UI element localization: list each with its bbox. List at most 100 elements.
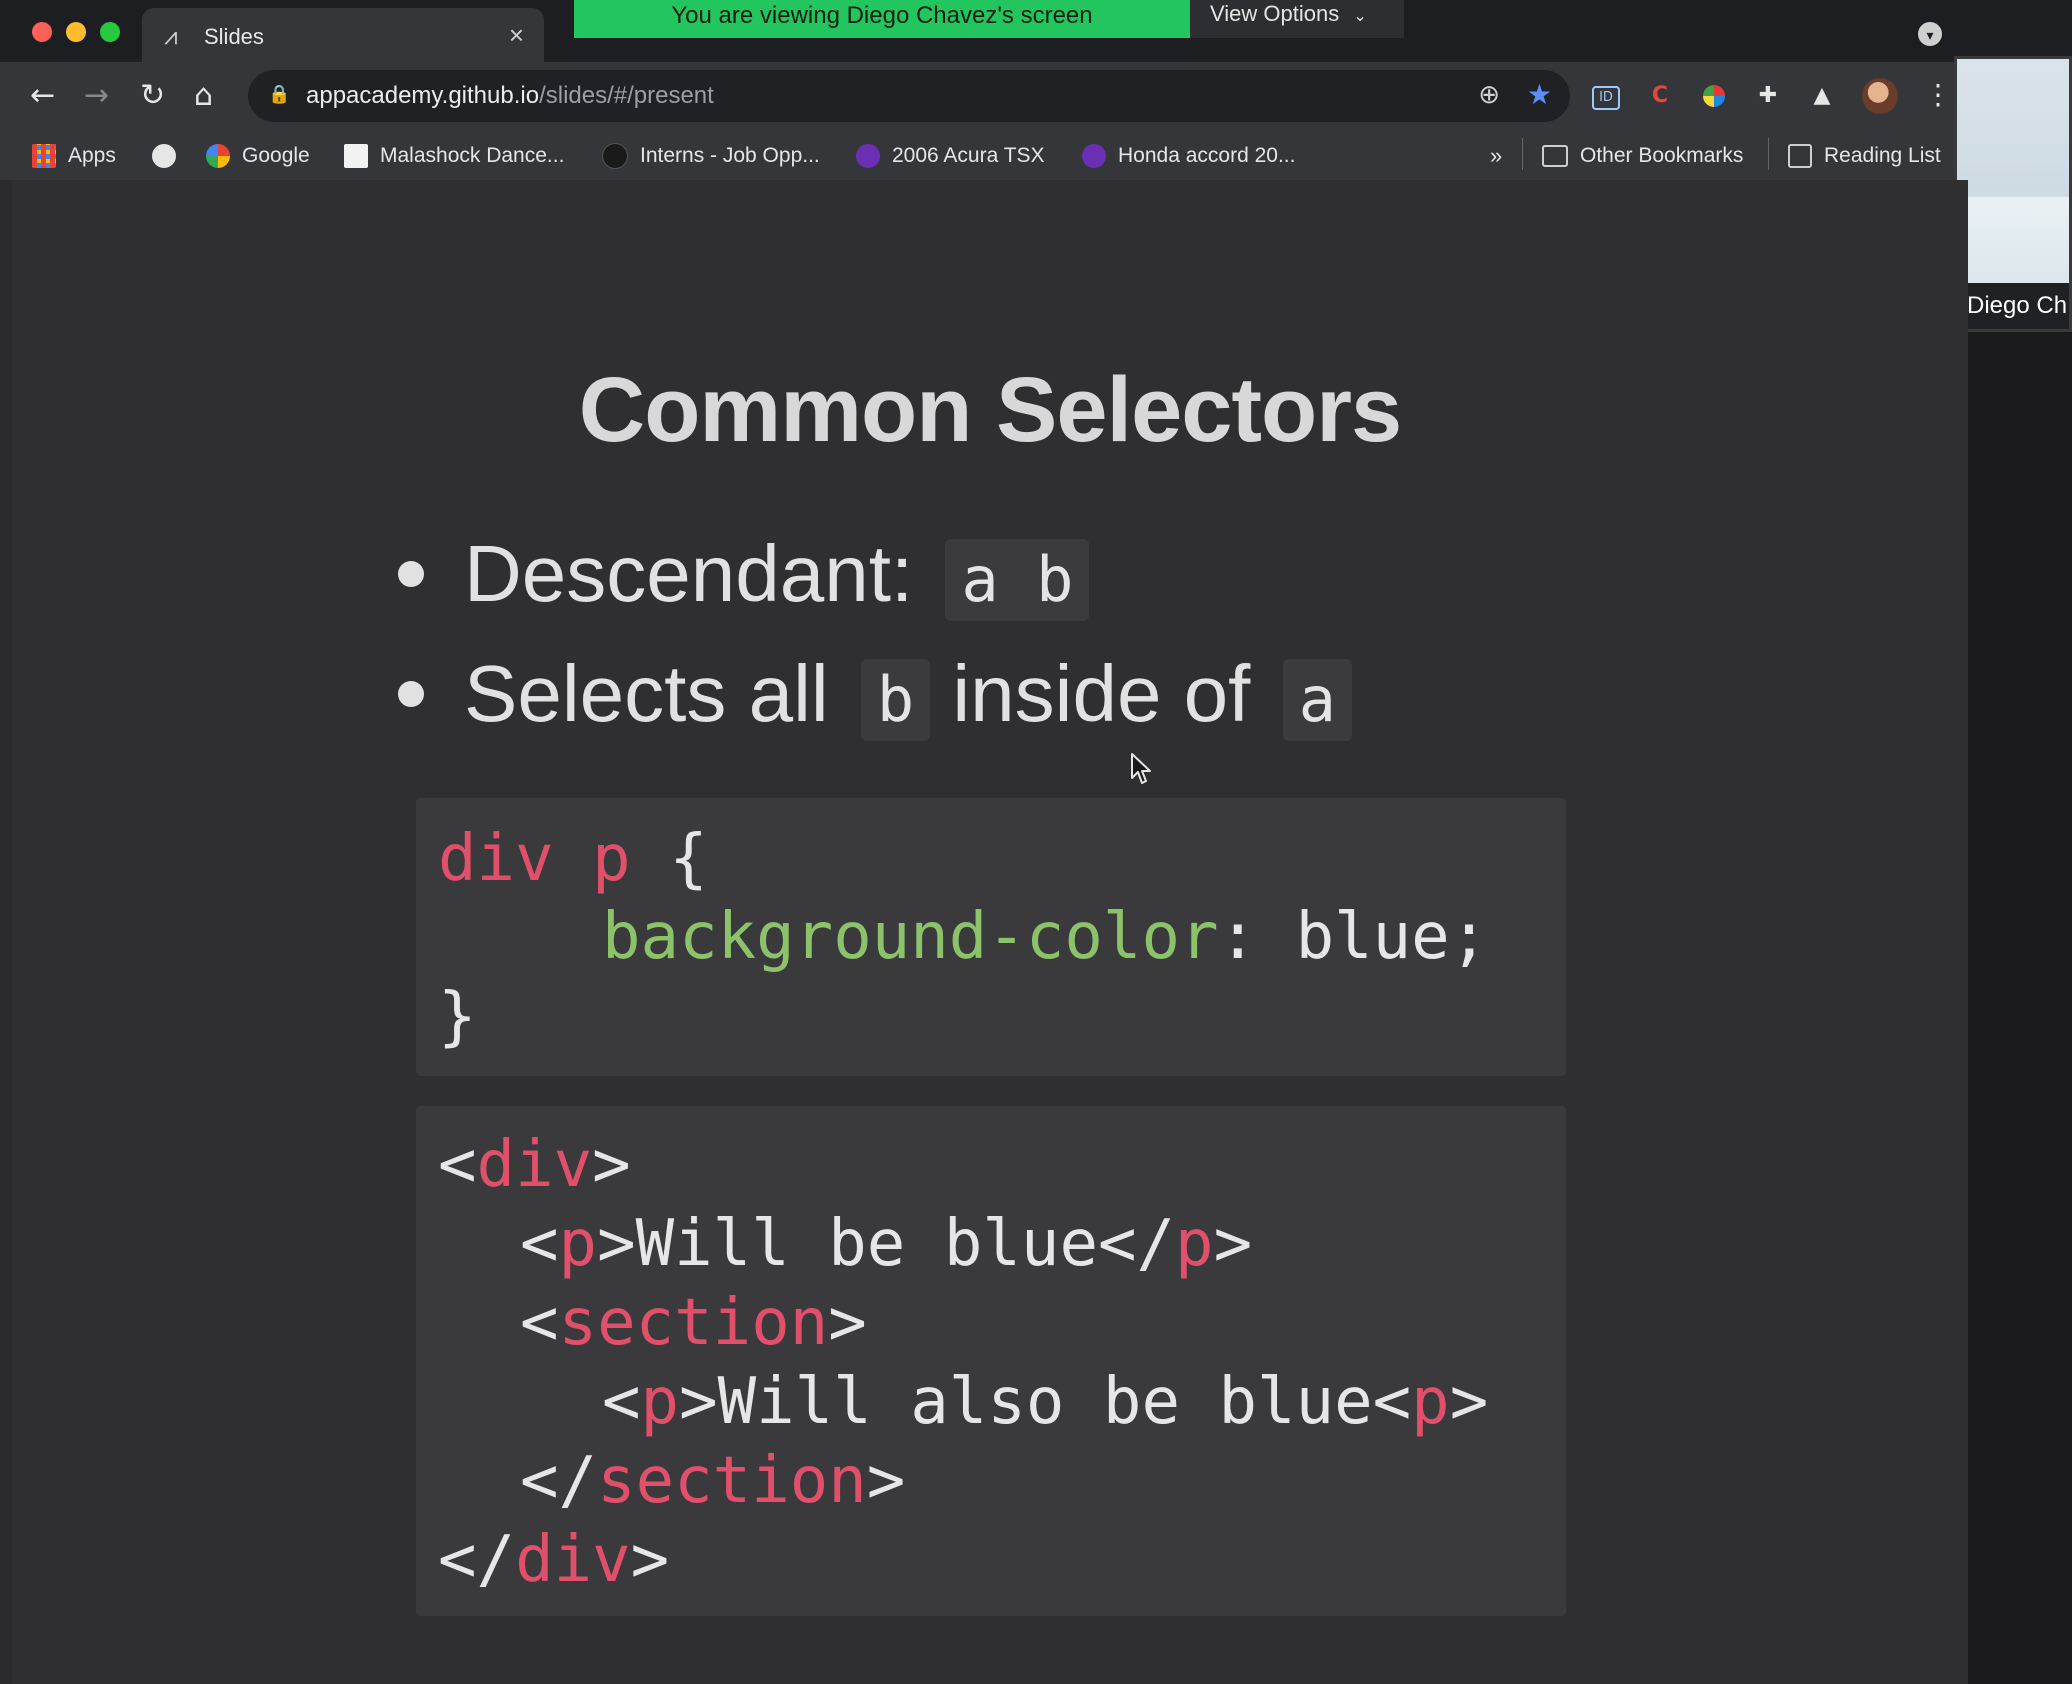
zoom-icon[interactable]: ⊕ (1478, 80, 1500, 110)
reading-list-label: Reading List (1824, 144, 1941, 167)
code-tag: section (597, 1444, 867, 1518)
extensions-puzzle-icon[interactable]: ✚ (1754, 82, 1782, 110)
inline-code: a (1282, 658, 1352, 741)
bookmark-label: Interns - Job Opp... (640, 144, 820, 167)
code-tag: div (476, 1128, 593, 1202)
code-line: <p>Will also be blue<p> (602, 1363, 1488, 1441)
bookmark-label: 2006 Acura TSX (892, 144, 1045, 167)
close-window-button[interactable] (32, 22, 52, 42)
code-tag: div (515, 1523, 631, 1597)
reading-list-icon (1788, 144, 1812, 169)
tab-search-icon[interactable]: ▾ (1918, 22, 1942, 46)
extension-id-icon[interactable]: ID (1592, 86, 1620, 110)
bookmarks-overflow-button[interactable]: » (1490, 140, 1502, 172)
reading-list-button[interactable]: Reading List (1788, 140, 1941, 172)
bookmark-label: Malashock Dance... (380, 144, 565, 167)
bookmark-acura[interactable]: 2006 Acura TSX (856, 140, 1045, 172)
chevron-down-icon: ⌄ (1353, 6, 1367, 25)
code-line: <div> (438, 1126, 631, 1204)
craigslist-icon (1082, 144, 1106, 169)
code-text: >Will also be blue< (679, 1365, 1412, 1439)
tab-slides[interactable]: ⩘ Slides × (142, 8, 544, 64)
code-text: > (1449, 1365, 1489, 1439)
bullet-text: Descendant: (464, 529, 914, 618)
code-text: < (438, 1128, 477, 1202)
craigslist-icon (856, 144, 880, 169)
code-text: > (630, 1523, 670, 1597)
css-code-block: div p { background-color: blue; } (416, 798, 1566, 1076)
participant-video (1957, 59, 2069, 287)
minimize-window-button[interactable] (66, 22, 86, 42)
bookmark-malashock[interactable]: Malashock Dance... (344, 140, 564, 172)
bullet-text: Selects all (464, 649, 829, 738)
reload-icon[interactable]: ↻ (140, 78, 165, 114)
extension-color-wheel-icon[interactable] (1700, 82, 1728, 110)
bookmark-apps[interactable]: Apps (32, 140, 116, 172)
back-arrow-icon[interactable]: ← (30, 78, 55, 114)
mouse-pointer-icon (1131, 753, 1151, 784)
folder-icon (1542, 145, 1568, 168)
view-options-button[interactable]: View Options ⌄ (1190, 0, 1404, 38)
other-bookmarks-label: Other Bookmarks (1580, 144, 1744, 167)
code-line: </section> (520, 1442, 905, 1520)
more-menu-icon[interactable]: ⋮ (1924, 78, 1952, 111)
bullet-selects-all: Selects all b inside of a (398, 648, 1352, 741)
globe-icon (152, 144, 176, 169)
forward-arrow-icon[interactable]: → (84, 78, 109, 114)
code-line: background-color: blue; (602, 898, 1488, 976)
home-icon[interactable]: ⌂ (194, 78, 213, 114)
bookmark-label: Google (242, 144, 310, 167)
github-icon (602, 143, 628, 170)
code-text: > (1213, 1207, 1253, 1281)
code-text: < (602, 1365, 641, 1439)
bookmark-star-icon[interactable]: ★ (1527, 78, 1552, 111)
code-text: >Will be blue</ (597, 1207, 1176, 1281)
labs-flask-icon[interactable]: ▲ (1808, 82, 1836, 110)
profile-avatar[interactable] (1862, 78, 1898, 114)
bookmarks-bar: Apps Google Malashock Dance... Interns -… (0, 132, 1968, 180)
bookmark-google[interactable]: Google (206, 140, 310, 172)
code-text: { (630, 822, 708, 896)
code-line: } (438, 980, 477, 1054)
maximize-window-button[interactable] (100, 22, 120, 42)
bookmark-label: Apps (68, 144, 116, 167)
bookmark-separator (1768, 138, 1769, 170)
bookmark-honda[interactable]: Honda accord 20... (1082, 140, 1295, 172)
extension-c-icon[interactable]: C (1646, 82, 1674, 110)
code-text: < (520, 1207, 559, 1281)
code-tag: p (640, 1365, 680, 1439)
bookmark-globe[interactable] (152, 140, 188, 172)
code-selector: div p (438, 822, 631, 896)
code-text: > (866, 1444, 906, 1518)
slide-title: Common Selectors (578, 359, 1402, 461)
bullet-dot (398, 680, 424, 707)
participant-name: Diego Ch (1957, 283, 2069, 329)
code-tag: p (558, 1207, 598, 1281)
lock-icon[interactable]: 🔒 (268, 84, 290, 105)
address-bar[interactable]: 🔒 appacademy.github.io/slides/#/present … (248, 70, 1570, 122)
inline-code: b (860, 658, 931, 741)
view-options-label: View Options (1210, 1, 1340, 26)
bookmark-label: Honda accord 20... (1118, 144, 1296, 167)
bookmark-interns[interactable]: Interns - Job Opp... (602, 140, 820, 172)
code-tag: p (1175, 1207, 1214, 1281)
url-path: /slides/#/present (539, 82, 714, 109)
close-tab-icon[interactable]: × (509, 20, 524, 51)
page-icon (344, 144, 368, 169)
bullet-dot (398, 560, 424, 587)
url-host: appacademy.github.io (306, 82, 540, 109)
code-property: background-color (602, 900, 1219, 974)
code-text: < (520, 1286, 559, 1360)
bullet-text: inside of (952, 649, 1251, 738)
other-bookmarks-folder[interactable]: Other Bookmarks (1542, 140, 1743, 172)
screen-share-banner: You are viewing Diego Chavez's screen (574, 0, 1190, 38)
participant-video-tile[interactable]: Diego Ch (1954, 56, 2072, 332)
bookmark-separator (1522, 138, 1523, 170)
presentation-slide: Common Selectors Descendant: a b Selects… (12, 180, 1968, 1684)
apps-grid-icon (32, 144, 56, 169)
code-text: : blue; (1218, 900, 1489, 974)
tab-title: Slides (204, 24, 264, 49)
bullet-descendant: Descendant: a b (398, 528, 1090, 621)
inline-code: a b (945, 538, 1090, 621)
code-line: </div> (438, 1521, 669, 1599)
